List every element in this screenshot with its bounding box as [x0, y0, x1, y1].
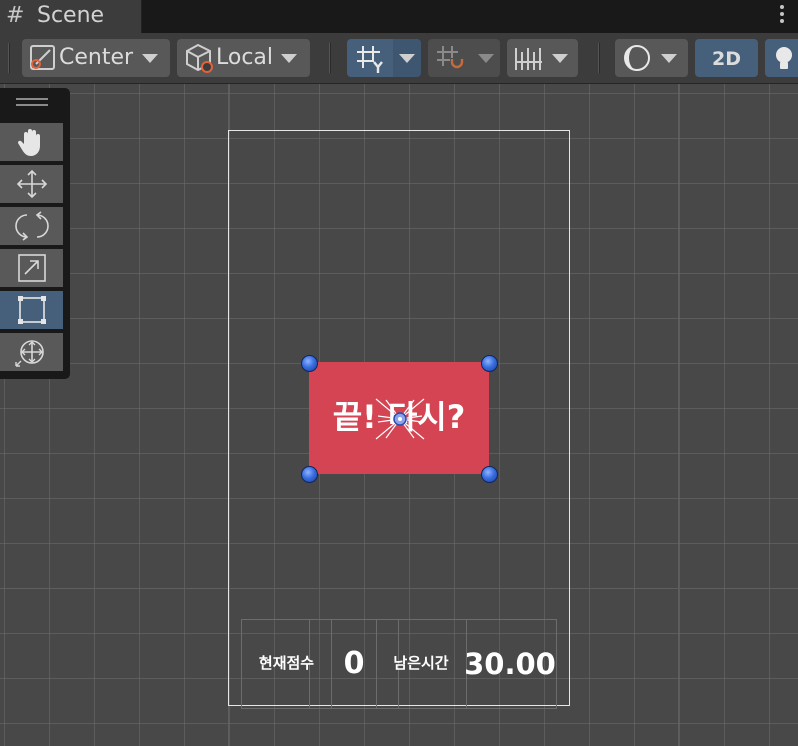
- resize-handle-bottom-right[interactable]: [481, 466, 498, 483]
- resize-handle-top-right[interactable]: [481, 355, 498, 372]
- grid-axis-dropdown[interactable]: [393, 39, 421, 77]
- score-label: 현재점수: [258, 654, 315, 672]
- grid-hash-icon: #: [6, 3, 25, 28]
- grid-toggle-icon: [357, 46, 383, 73]
- grid-visibility-button[interactable]: [347, 39, 393, 77]
- toolbar-separator: [8, 43, 10, 73]
- grid-snap-icon: [437, 46, 464, 69]
- tab-bar: # Scene: [0, 0, 798, 33]
- shading-sphere-icon: [624, 45, 650, 71]
- 2d-mode-label: 2D: [712, 48, 741, 70]
- chevron-down-icon: [399, 54, 415, 63]
- score-value: 0: [343, 646, 365, 681]
- 2d-mode-toggle[interactable]: 2D: [695, 39, 758, 77]
- light-bulb-icon: [776, 47, 792, 69]
- increment-snap-icon: [515, 48, 542, 70]
- pivot-gizmo-icon: [375, 398, 425, 440]
- palette-drag-handle[interactable]: [16, 98, 48, 110]
- scale-icon: [18, 254, 46, 282]
- pivot-center-icon: [30, 45, 55, 70]
- pivot-mode-label: Center: [59, 45, 134, 70]
- rotate-tool-button[interactable]: [0, 207, 63, 245]
- move-tool-button[interactable]: [0, 165, 63, 203]
- increment-snap-dropdown[interactable]: [507, 39, 578, 77]
- toolbar-separator: [598, 43, 600, 73]
- tool-palette: [0, 88, 70, 379]
- tab-label: Scene: [37, 3, 105, 28]
- grid-snapping-dropdown[interactable]: [472, 39, 500, 77]
- scene-toolbar: Center Local 2D: [0, 33, 798, 84]
- chevron-down-icon: [281, 54, 297, 63]
- scene-lighting-toggle[interactable]: [765, 39, 798, 77]
- transform-tool-button[interactable]: [0, 333, 63, 371]
- more-options-icon[interactable]: [776, 2, 788, 26]
- chevron-down-icon: [661, 54, 677, 63]
- local-cube-icon: [186, 43, 213, 73]
- rect-transform-icon: [18, 296, 46, 324]
- hand-icon: [17, 129, 40, 156]
- tab-scene[interactable]: # Scene: [0, 0, 142, 33]
- chevron-down-icon: [142, 54, 158, 63]
- resize-handle-bottom-left[interactable]: [301, 466, 318, 483]
- grid-major-line: [678, 84, 679, 746]
- grid-snapping-button[interactable]: [428, 39, 472, 77]
- pivot-rotation-label: Local: [216, 45, 274, 70]
- toolbar-separator: [329, 43, 331, 73]
- chevron-down-icon: [478, 54, 494, 63]
- time-value: 30.00: [464, 647, 556, 681]
- pivot-rotation-dropdown[interactable]: Local: [177, 39, 310, 77]
- pivot-mode-dropdown[interactable]: Center: [22, 39, 170, 77]
- chevron-down-icon: [552, 54, 568, 63]
- transform-icon: [15, 340, 44, 367]
- draw-mode-dropdown[interactable]: [615, 39, 688, 77]
- time-label: 남은시간: [393, 654, 449, 672]
- resize-handle-top-left[interactable]: [301, 355, 318, 372]
- rect-tool-button[interactable]: [0, 291, 63, 329]
- move-arrows-icon: [16, 169, 48, 199]
- scale-tool-button[interactable]: [0, 249, 63, 287]
- rotate-icon: [15, 211, 49, 241]
- view-tool-button[interactable]: [0, 123, 63, 161]
